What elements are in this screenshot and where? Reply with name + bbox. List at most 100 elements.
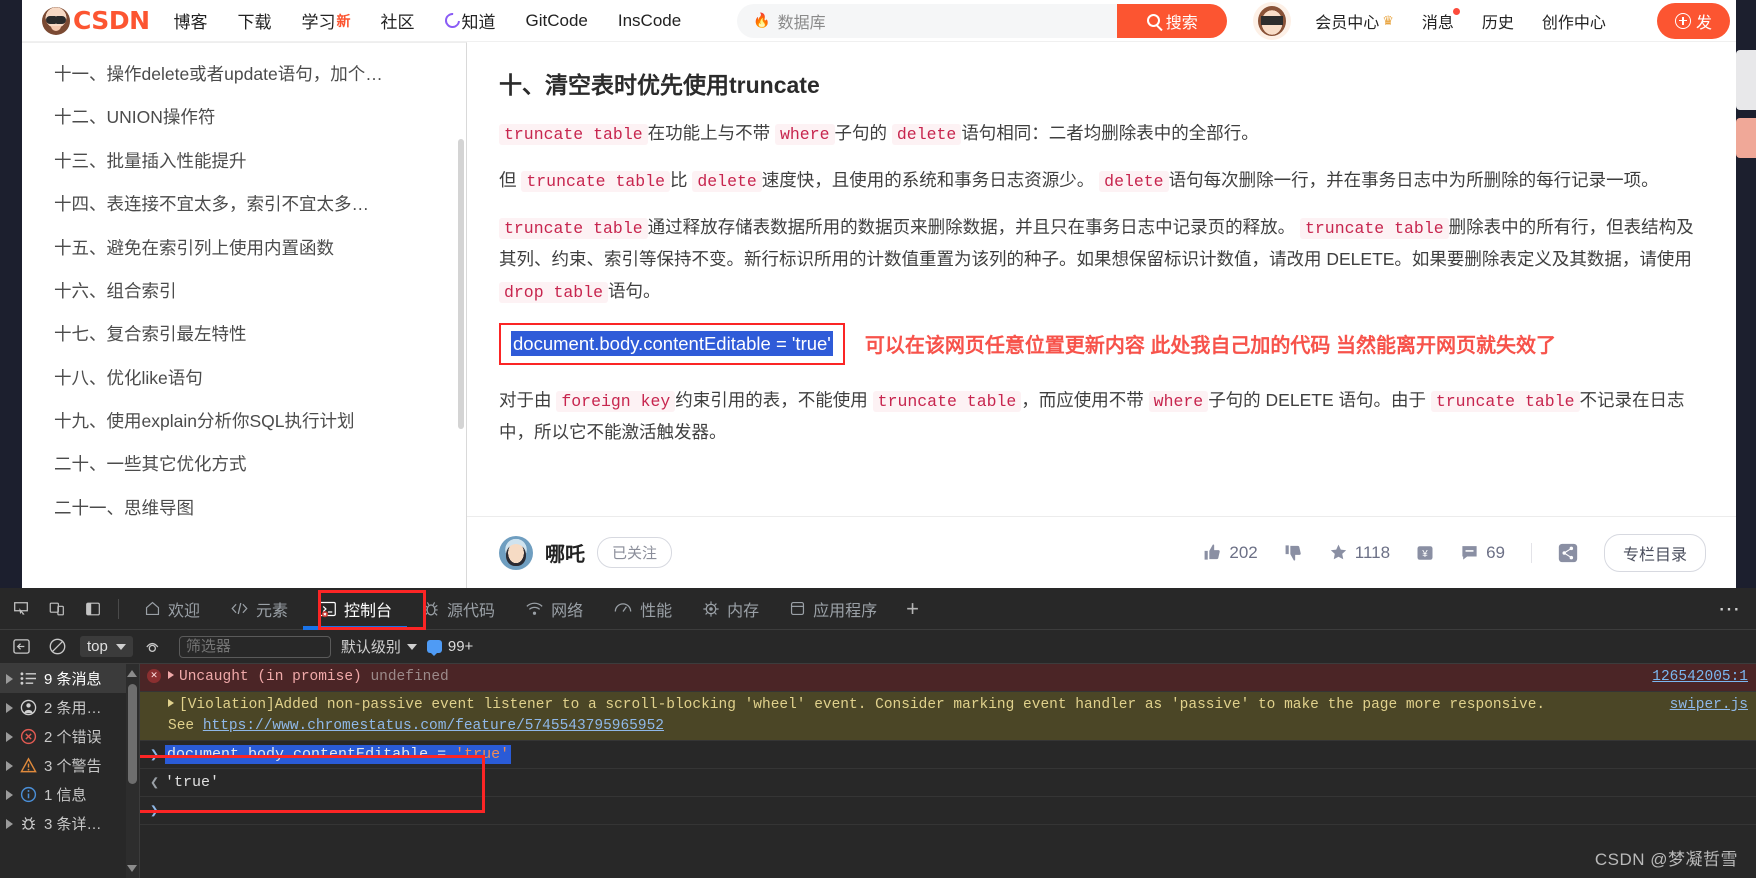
expand-triangle-icon[interactable]: [6, 731, 13, 742]
right-float-tab[interactable]: [1736, 50, 1756, 110]
tab-label: 应用程序: [813, 602, 878, 620]
chromestatus-link[interactable]: https://www.chromestatus.com/feature/574…: [203, 718, 664, 734]
device-toolbar-icon[interactable]: [42, 595, 72, 623]
nav-item-creator-center[interactable]: 创作中心: [1542, 9, 1606, 33]
search-input[interactable]: 🔥 数据库: [737, 3, 1118, 38]
tab-application[interactable]: 应用程序: [774, 588, 892, 630]
console-input-row[interactable]: ❯ document.body.contentEditable = 'true': [140, 741, 1756, 770]
nav-item-zhidao[interactable]: 知道: [441, 8, 496, 33]
comment-stat[interactable]: 69: [1460, 543, 1505, 563]
console-filter-input[interactable]: [178, 635, 331, 658]
expand-triangle-icon[interactable]: [6, 789, 13, 800]
toc-item-11[interactable]: 十一、操作delete或者update语句，加个…: [22, 53, 466, 96]
tab-console[interactable]: 控制台: [303, 588, 408, 630]
expand-triangle-icon[interactable]: [168, 699, 174, 708]
toc-item-20[interactable]: 二十、一些其它优化方式: [22, 443, 466, 486]
author-avatar[interactable]: [499, 535, 533, 570]
dislike-stat[interactable]: [1284, 543, 1303, 562]
toc-item-15[interactable]: 十五、避免在索引列上使用内置函数: [22, 227, 466, 270]
nav-item-community[interactable]: 社区: [381, 8, 415, 33]
live-expression-icon[interactable]: [143, 636, 169, 658]
inspect-element-icon[interactable]: [6, 595, 36, 623]
tab-performance[interactable]: 性能: [598, 588, 687, 630]
devtools-more-button[interactable]: ⋯: [1718, 596, 1742, 622]
injected-code-row: document.body.contentEditable = 'true' 可…: [499, 322, 1700, 365]
search-button[interactable]: 搜索: [1117, 3, 1228, 38]
console-message-error[interactable]: ✕ Uncaught (in promise) undefined 126542…: [140, 664, 1756, 693]
text: 对于由: [499, 389, 552, 410]
console-new-prompt-row[interactable]: ❯: [140, 797, 1756, 826]
toc-item-12[interactable]: 十二、UNION操作符: [22, 96, 466, 139]
toc-item-21[interactable]: 二十一、思维导图: [22, 487, 466, 530]
source-link[interactable]: 126542005:1: [1652, 667, 1748, 688]
console-message-warning[interactable]: [Violation]Added non-passive event liste…: [140, 692, 1756, 742]
share-stat[interactable]: [1558, 543, 1578, 563]
expand-triangle-icon[interactable]: [168, 671, 174, 679]
log-level-select[interactable]: 默认级别: [341, 636, 417, 657]
nav-item-member-center[interactable]: 会员中心 ♛: [1315, 9, 1394, 33]
tab-label: 源代码: [447, 602, 496, 620]
author-name[interactable]: 哪吒: [545, 538, 585, 567]
console-sidebar-scroll-thumb[interactable]: [128, 684, 137, 784]
sidebar-item-warnings[interactable]: 3 个警告: [0, 751, 139, 780]
nav-item-download[interactable]: 下载: [238, 8, 272, 33]
sidebar-item-verbose[interactable]: 3 条详…: [0, 809, 139, 838]
issues-counter[interactable]: 99+: [426, 638, 473, 656]
toc-scrollbar[interactable]: [457, 43, 465, 588]
nav-item-gitcode[interactable]: GitCode: [526, 11, 588, 31]
right-float-tab-secondary[interactable]: [1736, 118, 1756, 158]
sidebar-item-errors[interactable]: 2 个错误: [0, 722, 139, 751]
toc-item-19[interactable]: 十九、使用explain分析你SQL执行计划: [22, 400, 466, 443]
warning-text: [Violation]Added non-passive event liste…: [179, 697, 1546, 714]
csdn-logo[interactable]: CSDN: [42, 6, 150, 35]
scroll-down-arrow-icon[interactable]: [127, 865, 137, 872]
console-sidebar-scrollbar[interactable]: [126, 664, 139, 878]
nav-item-blog[interactable]: 博客: [174, 8, 208, 33]
expand-triangle-icon[interactable]: [6, 760, 13, 771]
console-output-row: ❮ 'true': [140, 769, 1756, 798]
toc-scrollbar-thumb[interactable]: [458, 139, 464, 429]
clear-console-sidebar-icon[interactable]: [8, 636, 34, 658]
content-area: 十一、操作delete或者update语句，加个… 十二、UNION操作符 十三…: [22, 42, 1736, 588]
issues-bubble-icon: [426, 640, 442, 656]
tab-network[interactable]: 网络: [510, 588, 598, 630]
expand-triangle-icon[interactable]: [6, 702, 13, 713]
publish-button[interactable]: 发: [1656, 2, 1730, 39]
sidebar-item-info[interactable]: 1 信息: [0, 780, 139, 809]
nav-item-history[interactable]: 历史: [1482, 9, 1514, 33]
expand-triangle-icon[interactable]: [6, 818, 13, 829]
nav-item-study[interactable]: 学习 新: [302, 8, 351, 33]
console-messages: ✕ Uncaught (in promise) undefined 126542…: [140, 664, 1756, 878]
console-input-text[interactable]: document.body.contentEditable = 'true': [165, 745, 512, 765]
inline-code: delete: [891, 124, 962, 145]
tab-elements[interactable]: 元素: [215, 588, 303, 630]
like-stat[interactable]: 202: [1203, 543, 1258, 563]
toc-item-16[interactable]: 十六、组合索引: [22, 270, 466, 313]
selected-code-text[interactable]: document.body.contentEditable = 'true': [511, 330, 833, 356]
source-link[interactable]: swiper.js: [1670, 695, 1748, 716]
sidebar-item-user-messages[interactable]: 2 条用…: [0, 693, 139, 722]
tab-welcome[interactable]: 欢迎: [129, 588, 215, 630]
clear-console-icon[interactable]: [44, 636, 70, 658]
tab-memory[interactable]: 内存: [687, 588, 774, 630]
scroll-up-arrow-icon[interactable]: [127, 670, 137, 677]
sidebar-item-messages[interactable]: 9 条消息: [0, 664, 139, 693]
reward-stat[interactable]: ¥: [1416, 544, 1434, 562]
add-panel-button[interactable]: +: [892, 596, 933, 622]
info-icon: [20, 786, 37, 803]
toc-item-17[interactable]: 十七、复合索引最左特性: [22, 313, 466, 356]
column-catalog-button[interactable]: 专栏目录: [1603, 533, 1706, 572]
execution-context-select[interactable]: top: [80, 636, 133, 657]
toc-item-13[interactable]: 十三、批量插入性能提升: [22, 140, 466, 183]
user-avatar[interactable]: [1253, 1, 1292, 40]
nav-item-messages[interactable]: 消息: [1422, 7, 1460, 33]
expand-triangle-icon[interactable]: [6, 673, 13, 684]
nav-item-inscode[interactable]: InsCode: [618, 11, 681, 31]
follow-button[interactable]: 已关注: [597, 537, 673, 568]
tab-sources[interactable]: 源代码: [407, 588, 510, 630]
toc-item-18[interactable]: 十八、优化like语句: [22, 357, 466, 400]
text: 子句的: [834, 123, 888, 143]
panel-layout-icon[interactable]: [78, 595, 108, 623]
toc-item-14[interactable]: 十四、表连接不宜太多，索引不宜太多…: [22, 183, 466, 226]
favorite-stat[interactable]: 1118: [1329, 543, 1390, 563]
